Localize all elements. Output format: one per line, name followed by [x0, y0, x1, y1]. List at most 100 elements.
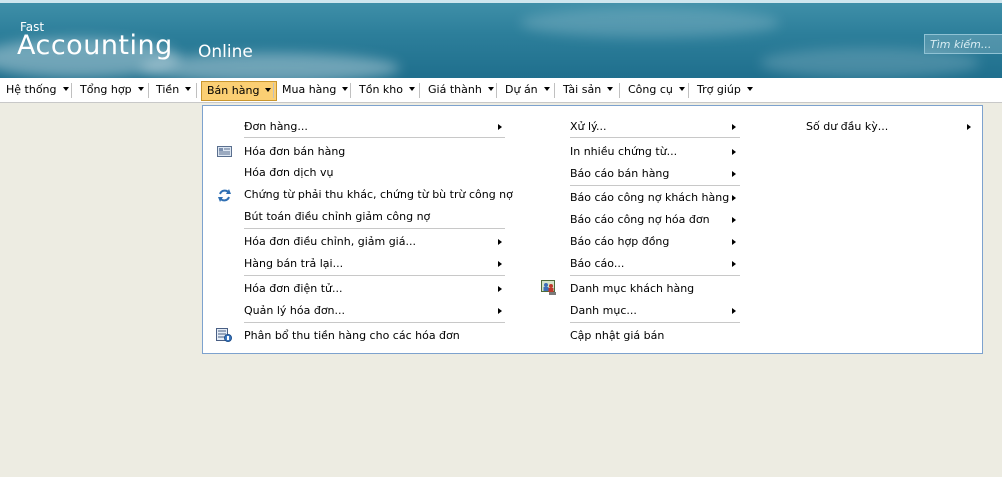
item-label: Hóa đơn điều chỉnh, giảm giá... — [244, 235, 416, 248]
menu-separator — [350, 83, 351, 98]
menu-tai-san[interactable]: Tài sản — [558, 80, 618, 100]
chevron-down-icon — [543, 87, 550, 91]
menu-divider — [570, 185, 740, 186]
item-label: Báo cáo bán hàng — [570, 167, 670, 180]
logo-line3: Online — [198, 42, 253, 62]
menu-bao-cao-ban-hang[interactable]: Báo cáo bán hàng — [570, 166, 740, 182]
item-label: Hàng bán trả lại... — [244, 257, 344, 270]
search-input[interactable]: Tìm kiếm... — [924, 34, 1002, 54]
menu-separator — [619, 83, 620, 98]
menu-separator — [554, 83, 555, 98]
chevron-down-icon — [746, 87, 753, 91]
menu-tong-hop[interactable]: Tổng hợp — [75, 80, 149, 100]
menu-quan-ly-hoa-don[interactable]: Quản lý hóa đơn... — [244, 303, 504, 319]
item-label: Số dư đầu kỳ... — [806, 120, 889, 133]
chevron-right-icon — [732, 149, 736, 155]
header-cloud — [140, 53, 400, 78]
menu-hoa-don-dien-tu[interactable]: Hóa đơn điện tử... — [244, 281, 504, 297]
item-label: Báo cáo công nợ hóa đơn — [570, 213, 710, 226]
menu-label: Mua hàng — [282, 83, 337, 96]
app-header: Fast Accounting Online Tìm kiếm... — [0, 0, 1002, 78]
item-label: Hóa đơn điện tử... — [244, 282, 343, 295]
menu-so-du-dau-ky[interactable]: Số dư đầu kỳ... — [806, 119, 972, 135]
menu-danh-muc[interactable]: Danh mục... — [570, 303, 740, 319]
chevron-down-icon — [185, 87, 192, 91]
chevron-down-icon — [678, 87, 685, 91]
menu-don-hang[interactable]: Đơn hàng... — [244, 119, 504, 135]
chevron-right-icon — [498, 308, 502, 314]
menu-ton-kho[interactable]: Tồn kho — [354, 80, 420, 100]
chevron-right-icon — [732, 124, 736, 130]
menu-ban-hang[interactable]: Bán hàng — [201, 81, 278, 101]
ban-hang-dropdown: Đơn hàng... Hóa đơn bán hàng Hóa đơn dịc… — [202, 105, 983, 354]
menu-divider — [244, 275, 505, 276]
menu-cong-cu[interactable]: Công cụ — [623, 80, 690, 100]
menu-label: Tồn kho — [359, 83, 403, 96]
menu-danh-muc-khach-hang[interactable]: Danh mục khách hàng — [570, 281, 694, 297]
main-menu: Hệ thống Tổng hợp Tiền Bán hàng Mua hàng… — [0, 78, 1002, 103]
menu-hoa-don-dich-vu[interactable]: Hóa đơn dịch vụ — [244, 165, 333, 181]
chevron-down-icon — [137, 87, 144, 91]
menu-separator — [419, 83, 420, 98]
invoice-icon — [217, 146, 232, 160]
menu-divider — [570, 322, 740, 323]
item-label: Danh mục... — [570, 304, 637, 317]
chevron-right-icon — [732, 171, 736, 177]
menu-phan-bo-thu-tien[interactable]: Phân bổ thu tiền hàng cho các hóa đơn — [244, 328, 460, 344]
chevron-right-icon — [732, 308, 736, 314]
menu-separator — [496, 83, 497, 98]
menu-hang-ban-tra-lai[interactable]: Hàng bán trả lại... — [244, 256, 504, 272]
menu-label: Dự án — [505, 83, 538, 96]
chevron-right-icon — [732, 239, 736, 245]
menu-tro-giup[interactable]: Trợ giúp — [692, 80, 758, 100]
chevron-down-icon — [265, 88, 272, 92]
chevron-right-icon — [732, 217, 736, 223]
menu-label: Công cụ — [628, 83, 673, 96]
menu-hoa-don-ban-hang[interactable]: Hóa đơn bán hàng — [244, 144, 345, 160]
menu-divider — [570, 275, 740, 276]
allocate-icon — [216, 328, 232, 345]
menu-cap-nhat-gia-ban[interactable]: Cập nhật giá bán — [570, 328, 664, 344]
menu-separator — [688, 83, 689, 98]
chevron-down-icon — [342, 87, 349, 91]
menu-divider — [244, 322, 505, 323]
menu-tien[interactable]: Tiền — [151, 80, 196, 100]
menu-separator — [148, 83, 149, 98]
menu-separator — [196, 83, 197, 98]
menu-label: Giá thành — [428, 83, 482, 96]
item-label: Báo cáo... — [570, 257, 625, 270]
menu-label: Tài sản — [563, 83, 602, 96]
menu-separator — [71, 83, 72, 98]
menu-gia-thanh[interactable]: Giá thành — [423, 80, 499, 100]
menu-bao-cao-cong-no-hoa-don[interactable]: Báo cáo công nợ hóa đơn — [570, 212, 740, 228]
chevron-right-icon — [732, 195, 736, 201]
refresh-icon — [217, 188, 232, 206]
item-label: Đơn hàng... — [244, 120, 308, 133]
chevron-right-icon — [732, 261, 736, 267]
menu-separator — [273, 83, 274, 98]
menu-mua-hang[interactable]: Mua hàng — [277, 80, 353, 100]
chevron-down-icon — [487, 87, 494, 91]
menu-hoa-don-dieu-chinh[interactable]: Hóa đơn điều chỉnh, giảm giá... — [244, 234, 504, 250]
chevron-down-icon — [409, 87, 415, 91]
item-label: Xử lý... — [570, 120, 607, 133]
chevron-down-icon — [62, 87, 69, 91]
menu-bao-cao[interactable]: Báo cáo... — [570, 256, 740, 272]
chevron-right-icon — [498, 124, 502, 130]
menu-xu-ly[interactable]: Xử lý... — [570, 119, 740, 135]
menu-du-an[interactable]: Dự án — [500, 80, 555, 100]
menu-label: Tiền — [156, 83, 180, 96]
menu-label: Tổng hợp — [80, 83, 132, 96]
menu-divider — [570, 137, 740, 138]
menu-label: Trợ giúp — [697, 83, 741, 96]
menu-he-thong[interactable]: Hệ thống — [1, 80, 74, 100]
menu-divider — [244, 228, 505, 229]
item-label: Quản lý hóa đơn... — [244, 304, 346, 317]
menu-bao-cao-hop-dong[interactable]: Báo cáo hợp đồng — [570, 234, 740, 250]
menu-in-nhieu-chung-tu[interactable]: In nhiều chứng từ... — [570, 144, 740, 160]
menu-divider — [244, 137, 505, 138]
menu-label: Hệ thống — [6, 83, 57, 96]
menu-but-toan-dieu-chinh[interactable]: Bút toán điều chỉnh giảm công nợ — [244, 209, 430, 225]
menu-bao-cao-cong-no-khach-hang[interactable]: Báo cáo công nợ khách hàng — [570, 190, 740, 206]
menu-chung-tu-phai-thu-khac[interactable]: Chứng từ phải thu khác, chứng từ bù trừ … — [244, 187, 513, 203]
